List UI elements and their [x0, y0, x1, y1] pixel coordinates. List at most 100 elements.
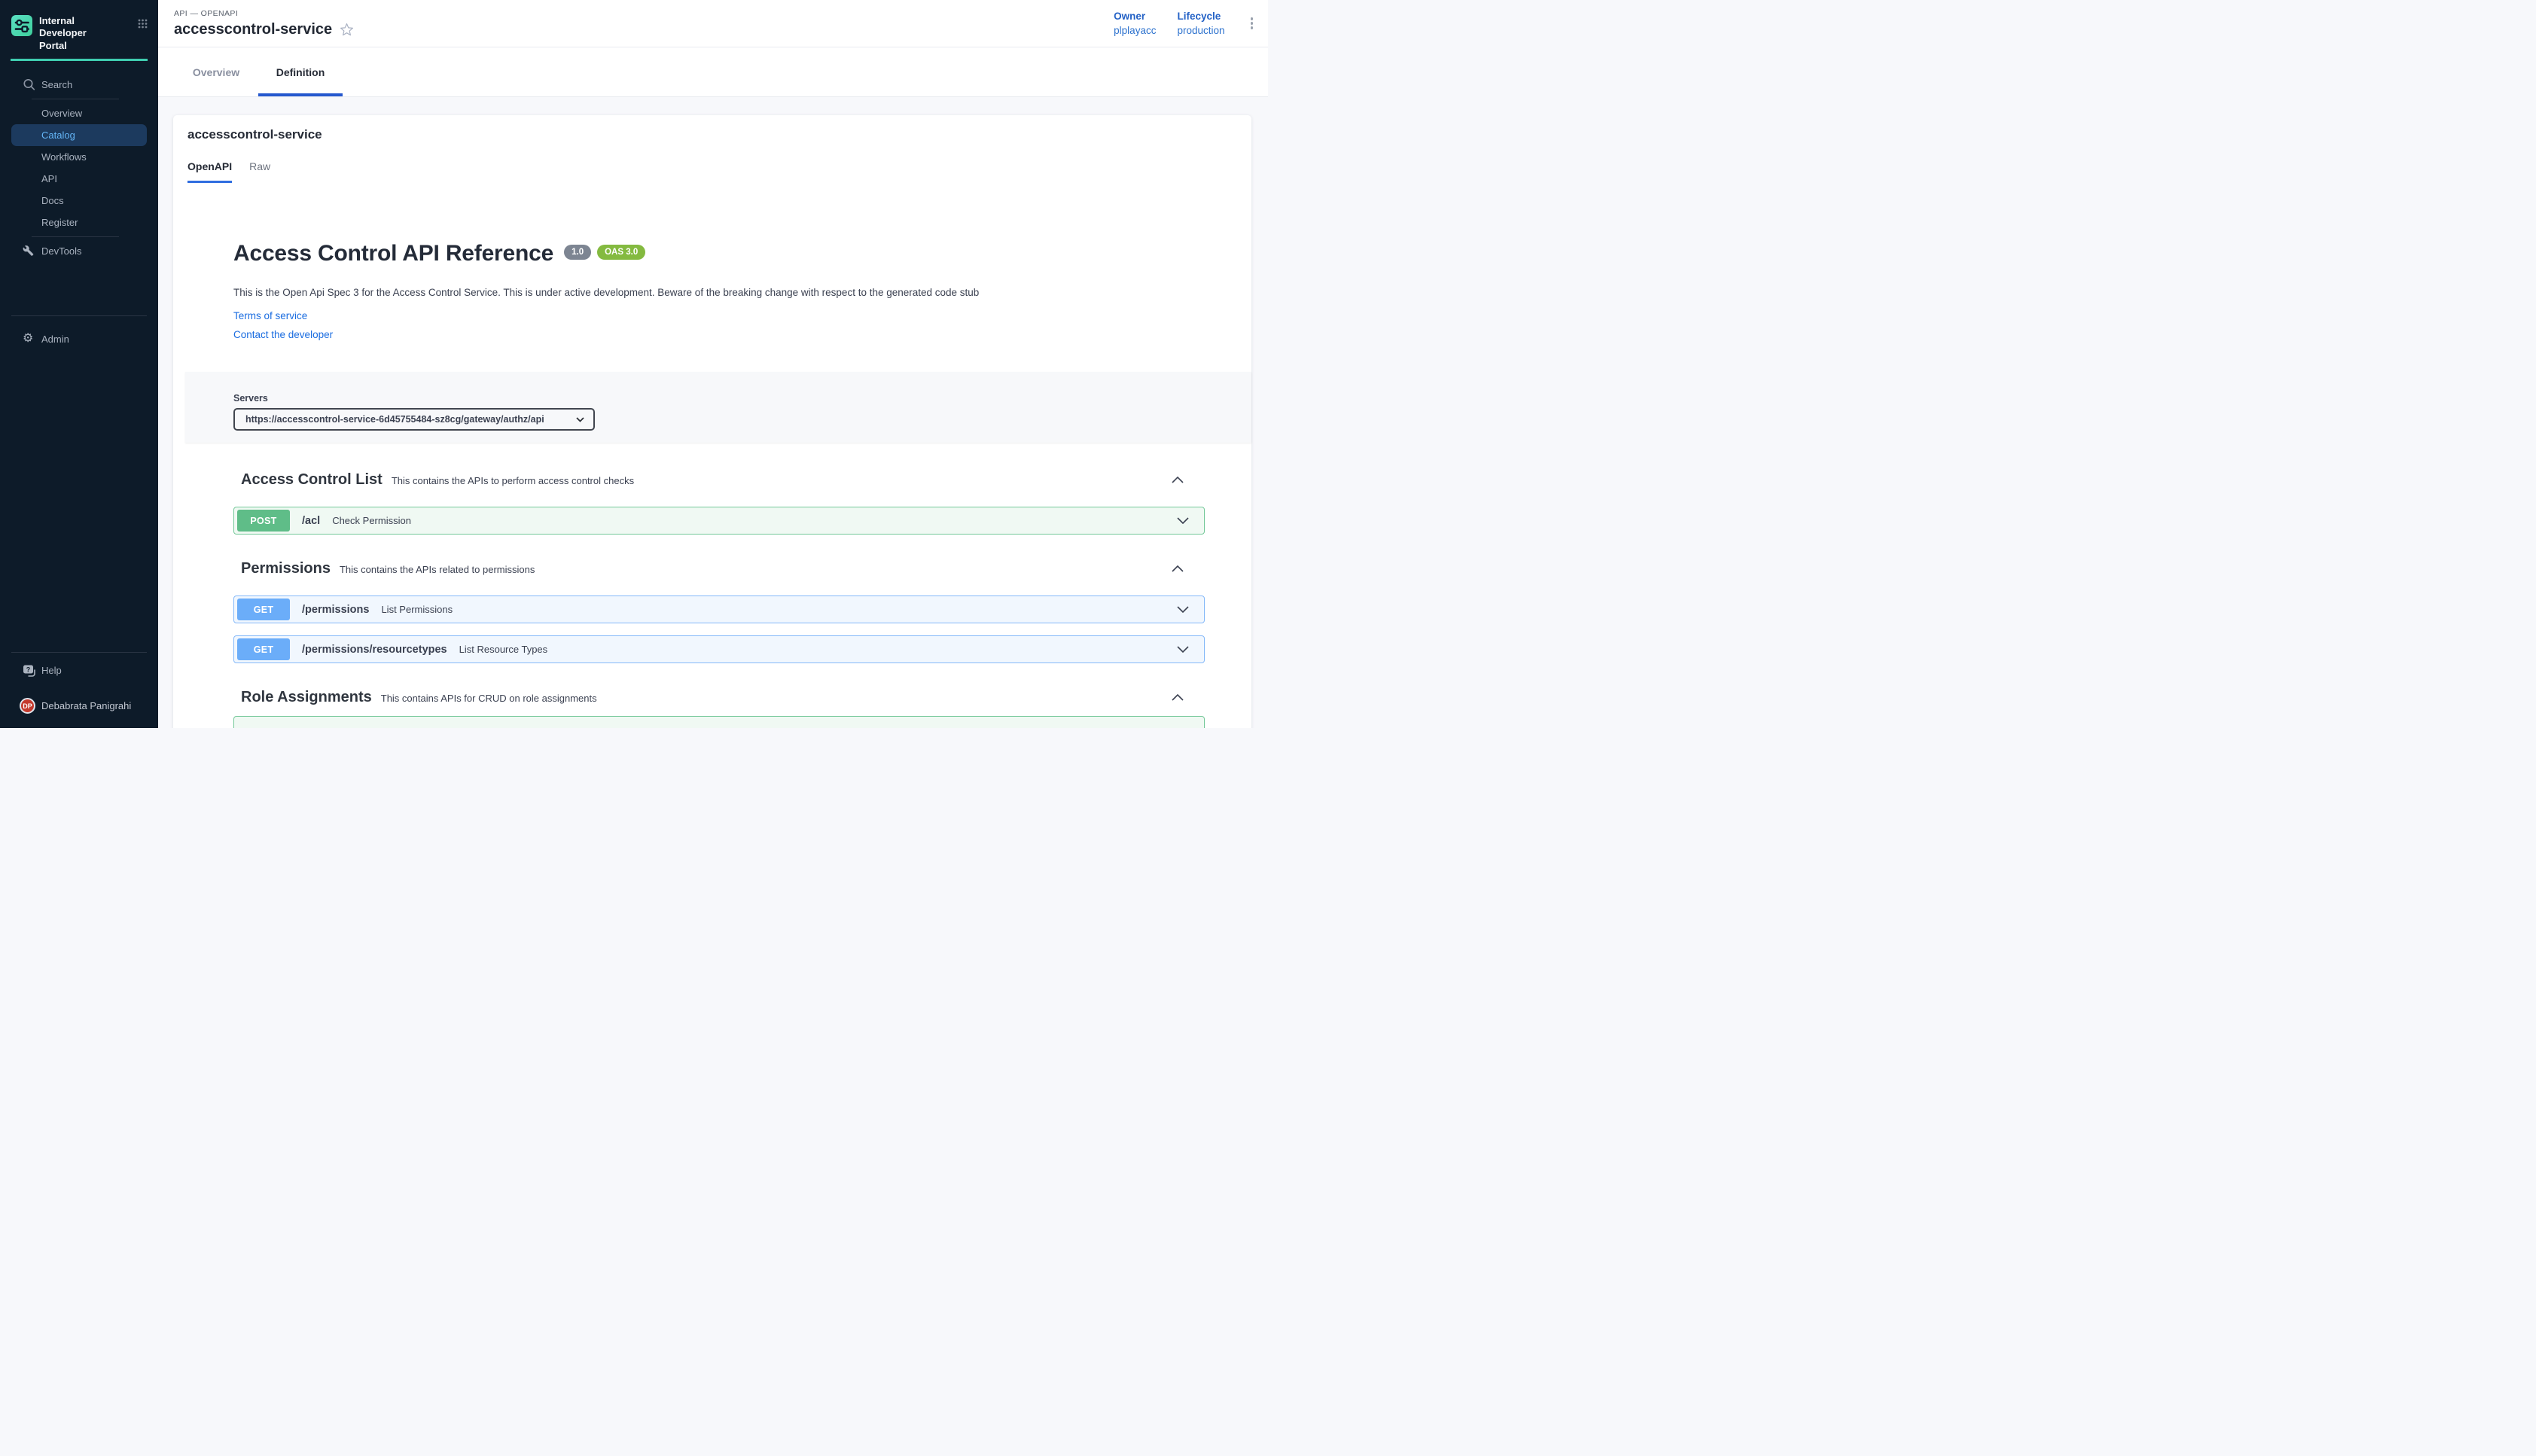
api-sections: Access Control List This contains the AP…	[233, 471, 1205, 728]
section-header[interactable]: Access Control List This contains the AP…	[233, 471, 1205, 489]
oas-badge: OAS 3.0	[597, 245, 645, 260]
definition-format-tabs: OpenAPI Raw	[173, 142, 1251, 183]
sidebar-item-label: Admin	[41, 334, 69, 345]
brand-accent-rule	[11, 59, 148, 61]
servers-select[interactable]: https://accesscontrol-service-6d45755484…	[233, 408, 595, 431]
section-role-assignments: Role Assignments This contains APIs for …	[233, 689, 1205, 728]
tab-definition[interactable]: Definition	[258, 47, 343, 96]
owner-label: Owner	[1114, 11, 1156, 22]
sidebar-item-label: API	[41, 173, 57, 184]
sidebar-item-overview[interactable]: Overview	[0, 102, 158, 124]
section-title: Access Control List	[241, 471, 383, 489]
owner-link[interactable]: plplayacc	[1114, 25, 1156, 36]
main-area: API — OPENAPI accesscontrol-service Owne…	[158, 0, 1268, 728]
sidebar-item-workflows[interactable]: Workflows	[0, 146, 158, 168]
chevron-up-icon[interactable]	[1172, 694, 1184, 701]
operation-summary: Check Permission	[332, 515, 411, 526]
operation-summary: List Resource Types	[459, 644, 548, 655]
sidebar-item-admin[interactable]: ⚙ Admin	[0, 328, 158, 350]
breadcrumb: API — OPENAPI	[174, 9, 354, 18]
sidebar-item-devtools[interactable]: DevTools	[0, 240, 158, 262]
method-badge: GET	[237, 599, 290, 620]
api-title: Access Control API Reference	[233, 240, 553, 267]
server-url: https://accesscontrol-service-6d45755484…	[245, 414, 576, 425]
brand: Internal Developer Portal	[0, 0, 158, 52]
avatar: DP	[20, 698, 35, 714]
chevron-down-icon[interactable]	[1177, 646, 1189, 653]
sidebar-item-label: Docs	[41, 195, 64, 206]
operation-path: /acl	[302, 515, 320, 527]
section-title: Role Assignments	[241, 689, 372, 706]
page-title: accesscontrol-service	[174, 21, 332, 38]
page-header: API — OPENAPI accesscontrol-service Owne…	[158, 0, 1268, 47]
operation-row-partial[interactable]	[233, 716, 1205, 728]
method-badge: GET	[237, 638, 290, 660]
operation-row-post-acl[interactable]: POST /acl Check Permission	[233, 507, 1205, 535]
section-subtitle: This contains the APIs to perform access…	[392, 475, 634, 486]
chevron-up-icon[interactable]	[1172, 565, 1184, 572]
header-right: Owner plplayacc Lifecycle production	[1114, 11, 1257, 36]
help-label: Help	[41, 665, 62, 676]
section-title: Permissions	[241, 560, 331, 577]
sidebar-item-register[interactable]: Register	[0, 212, 158, 233]
app-grid-icon[interactable]	[138, 19, 148, 29]
sidebar-divider	[11, 315, 147, 316]
sidebar-spacer	[0, 350, 158, 652]
entity-tabs: Overview Definition	[158, 47, 1268, 97]
gear-icon: ⚙	[23, 333, 33, 345]
section-permissions: Permissions This contains the APIs relat…	[233, 560, 1205, 663]
section-subtitle: This contains the APIs related to permis…	[340, 564, 535, 575]
sidebar-divider	[11, 652, 147, 653]
operation-summary: List Permissions	[381, 604, 453, 615]
servers-bar: Servers https://accesscontrol-service-6d…	[185, 372, 1251, 443]
user-name: Debabrata Panigrahi	[41, 700, 131, 711]
tab-openapi[interactable]: OpenAPI	[187, 160, 232, 183]
operation-row-get-permissions[interactable]: GET /permissions List Permissions	[233, 595, 1205, 623]
sidebar-item-label: Search	[41, 79, 72, 90]
operation-row-get-permissions-resourcetypes[interactable]: GET /permissions/resourcetypes List Reso…	[233, 635, 1205, 663]
sidebar-item-label: Catalog	[41, 129, 75, 141]
brand-title: Internal Developer Portal	[39, 15, 116, 52]
section-access-control-list: Access Control List This contains the AP…	[233, 471, 1205, 535]
terms-of-service-link[interactable]: Terms of service	[233, 310, 1205, 321]
kebab-menu-icon[interactable]	[1246, 14, 1258, 32]
servers-label: Servers	[233, 393, 1251, 404]
portal-logo-icon	[11, 15, 32, 36]
help-chat-icon: ?	[23, 664, 35, 677]
lifecycle-value: production	[1177, 25, 1224, 36]
section-subtitle: This contains APIs for CRUD on role assi…	[381, 693, 597, 704]
nav-divider	[32, 236, 119, 237]
sidebar-item-api[interactable]: API	[0, 168, 158, 190]
tab-raw[interactable]: Raw	[249, 160, 270, 183]
chevron-down-icon[interactable]	[1177, 606, 1189, 613]
operation-path: /permissions/resourcetypes	[302, 644, 447, 656]
user-menu[interactable]: DP Debabrata Panigrahi	[20, 698, 158, 728]
definition-card: accesscontrol-service OpenAPI Raw Access…	[173, 115, 1251, 728]
app-root: Internal Developer Portal Search	[0, 0, 1268, 728]
sidebar-item-label: Register	[41, 217, 78, 228]
sidebar-nav: Search Overview Catalog Workflows API Do…	[0, 74, 158, 262]
method-badge: POST	[237, 510, 290, 532]
section-header[interactable]: Role Assignments This contains APIs for …	[233, 689, 1205, 706]
wrench-icon	[23, 245, 34, 257]
version-badge: 1.0	[564, 245, 591, 260]
api-description: This is the Open Api Spec 3 for the Acce…	[233, 287, 1205, 298]
chevron-down-icon[interactable]	[1177, 517, 1189, 524]
content-area: accesscontrol-service OpenAPI Raw Access…	[158, 97, 1268, 728]
sidebar-item-label: Workflows	[41, 151, 87, 163]
owner-block: Owner plplayacc	[1114, 11, 1156, 36]
svg-text:?: ?	[26, 666, 31, 673]
section-header[interactable]: Permissions This contains the APIs relat…	[233, 560, 1205, 577]
lifecycle-label: Lifecycle	[1177, 11, 1224, 22]
chevron-up-icon[interactable]	[1172, 477, 1184, 483]
card-title: accesscontrol-service	[173, 115, 1251, 142]
sidebar-item-catalog[interactable]: Catalog	[11, 124, 147, 146]
sidebar-item-docs[interactable]: Docs	[0, 190, 158, 212]
contact-developer-link[interactable]: Contact the developer	[233, 329, 1205, 340]
favorite-star-icon[interactable]	[340, 23, 354, 37]
sidebar-item-help[interactable]: ? Help	[0, 659, 158, 681]
search-icon	[23, 78, 35, 91]
sidebar-item-search[interactable]: Search	[0, 74, 158, 96]
sidebar-item-label: DevTools	[41, 245, 81, 257]
tab-overview[interactable]: Overview	[174, 47, 258, 96]
